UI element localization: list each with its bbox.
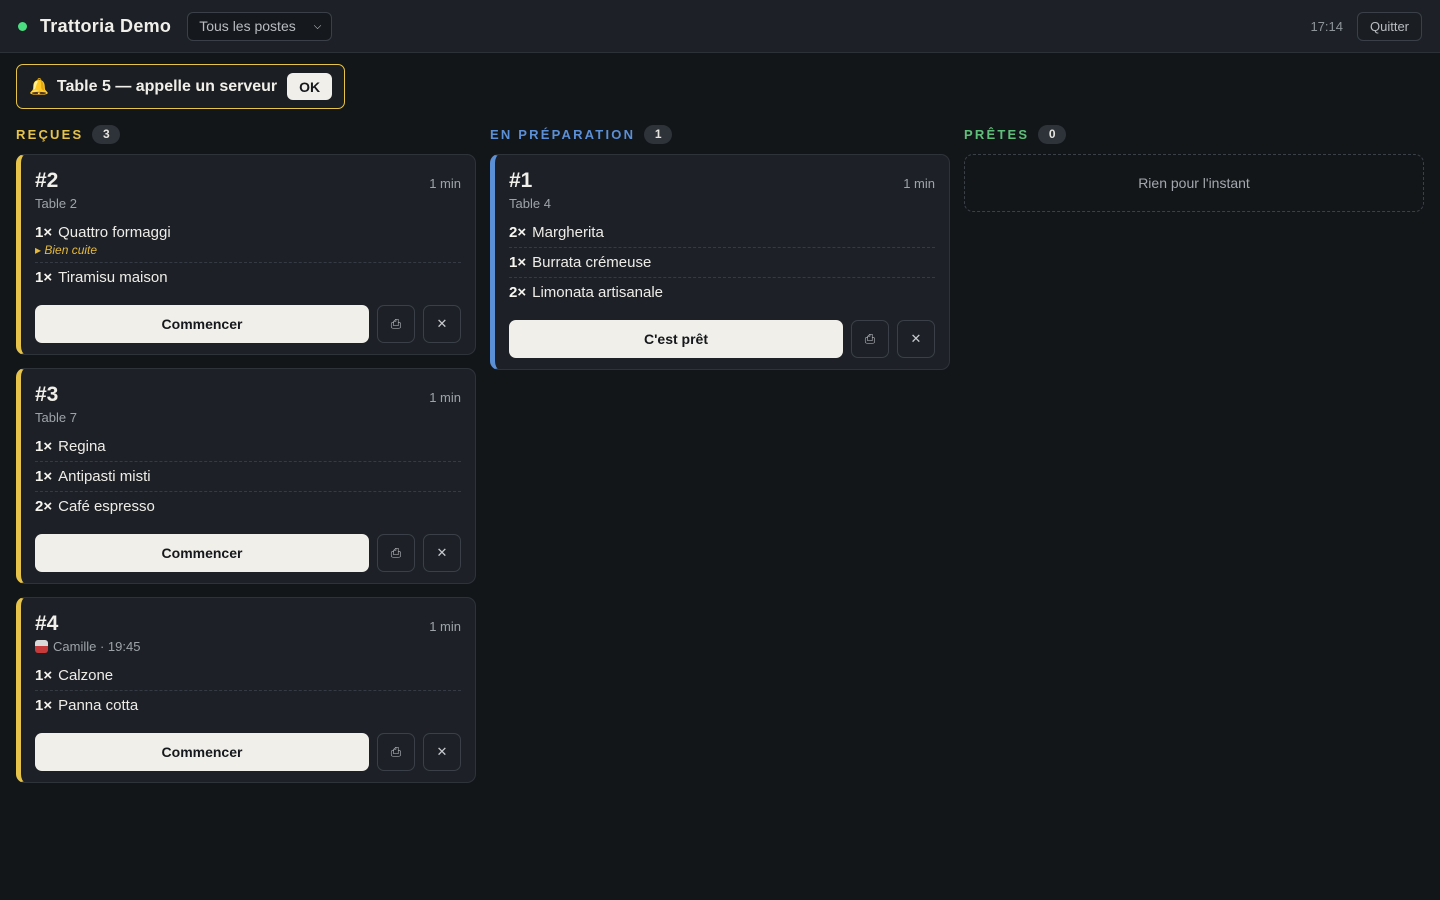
cancel-button[interactable]: ✕ [423, 305, 461, 343]
item-name: Quattro formaggi [58, 224, 171, 241]
ready-button[interactable]: C'est prêt [509, 320, 843, 358]
server-call-alert: 🔔 Table 5 — appelle un serveur OK [16, 64, 346, 109]
order-table: Table 7 [35, 410, 77, 425]
bell-icon: 🔔 [29, 78, 49, 96]
item-quantity: 2× [35, 498, 53, 515]
elapsed-time: 1 min [429, 390, 461, 405]
clock: 17:14 [1310, 18, 1343, 34]
order-card: #1 1 min Table 4 2× Margherita 1× Burrat… [490, 154, 950, 370]
item-quantity: 1× [509, 254, 527, 271]
order-item: 2× Margherita [509, 223, 935, 247]
printer-icon: ⎙ [390, 316, 402, 331]
station-select-value: Tous les postes [199, 18, 296, 34]
cancel-button[interactable]: ✕ [423, 733, 461, 771]
order-item: 1× Burrata crémeuse [509, 247, 935, 277]
order-number: #2 [35, 169, 59, 192]
column-count-badge: 0 [1038, 124, 1067, 144]
item-quantity: 1× [35, 269, 53, 286]
item-quantity: 1× [35, 468, 53, 485]
column-title: REÇUES [16, 126, 84, 142]
order-item: 1× Panna cotta [35, 690, 461, 720]
order-number: #3 [35, 383, 59, 406]
printer-icon: ⎙ [864, 331, 876, 346]
item-name: Antipasti misti [58, 468, 151, 485]
item-name: Calzone [58, 667, 114, 684]
chevron-down-icon: ⌵ [313, 20, 322, 32]
column-title: PRÊTES [964, 126, 1030, 142]
order-item: 1× Regina [35, 437, 461, 461]
item-quantity: 1× [35, 224, 53, 241]
empty-state: Rien pour l'instant [964, 154, 1424, 212]
item-quantity: 1× [35, 438, 53, 455]
close-icon: ✕ [436, 316, 448, 331]
cancel-button[interactable]: ✕ [897, 320, 935, 358]
printer-icon: ⎙ [390, 545, 402, 560]
column-received: REÇUES 3 #2 1 min Table 2 1× Quattro for… [16, 124, 476, 796]
item-name: Tiramisu maison [58, 269, 168, 286]
item-name: Margherita [532, 224, 604, 241]
order-item: 1× Tiramisu maison [35, 262, 461, 292]
order-item: 2× Café espresso [35, 491, 461, 521]
column-header: REÇUES 3 [16, 124, 476, 144]
column-preparing: EN PRÉPARATION 1 #1 1 min Table 4 2× Mar… [490, 124, 950, 383]
app-title: Trattoria Demo [40, 15, 172, 36]
elapsed-time: 1 min [429, 176, 461, 191]
quit-button[interactable]: Quitter [1356, 11, 1422, 41]
item-name: Panna cotta [58, 697, 139, 714]
column-header: PRÊTES 0 [964, 124, 1424, 144]
order-card: #4 1 min Camille · 19:45 1× Calzone 1× P… [16, 597, 476, 783]
item-note: ▸ Bien cuite [35, 243, 98, 257]
order-customer: Camille · 19:45 [35, 639, 461, 654]
alert-text: Table 5 — appelle un serveur [56, 77, 278, 95]
item-quantity: 2× [509, 284, 527, 301]
item-quantity: 1× [35, 667, 53, 684]
item-quantity: 1× [35, 697, 53, 714]
item-quantity: 2× [509, 224, 527, 241]
order-card: #2 1 min Table 2 1× Quattro formaggi ▸ B… [16, 154, 476, 355]
alert-ok-button[interactable]: OK [287, 73, 333, 100]
column-ready: PRÊTES 0 Rien pour l'instant [964, 124, 1424, 212]
item-name: Café espresso [58, 498, 155, 515]
start-button[interactable]: Commencer [35, 534, 369, 572]
order-item: 2× Limonata artisanale [509, 277, 935, 307]
item-name: Limonata artisanale [532, 284, 664, 301]
print-button[interactable]: ⎙ [377, 534, 415, 572]
column-title: EN PRÉPARATION [490, 126, 636, 142]
print-button[interactable]: ⎙ [377, 733, 415, 771]
column-header: EN PRÉPARATION 1 [490, 124, 950, 144]
order-item: 1× Calzone [35, 666, 461, 690]
close-icon: ✕ [910, 331, 922, 346]
order-table: Table 4 [509, 196, 551, 211]
elapsed-time: 1 min [429, 619, 461, 634]
customer-and-time: Camille · 19:45 [53, 639, 141, 654]
close-icon: ✕ [436, 545, 448, 560]
column-count-badge: 1 [644, 124, 673, 144]
order-items: 1× Calzone 1× Panna cotta [35, 666, 461, 720]
cancel-button[interactable]: ✕ [423, 534, 461, 572]
station-select[interactable]: Tous les postes ⌵ [187, 11, 333, 41]
item-name: Regina [58, 438, 106, 455]
start-button[interactable]: Commencer [35, 305, 369, 343]
elapsed-time: 1 min [903, 176, 935, 191]
order-items: 1× Quattro formaggi ▸ Bien cuite 1× Tira… [35, 223, 461, 292]
order-table: Table 2 [35, 196, 77, 211]
takeaway-bag-icon [35, 640, 48, 653]
column-count-badge: 3 [92, 124, 121, 144]
order-number: #4 [35, 612, 59, 635]
order-item: 1× Antipasti misti [35, 461, 461, 491]
printer-icon: ⎙ [390, 744, 402, 759]
print-button[interactable]: ⎙ [851, 320, 889, 358]
order-items: 2× Margherita 1× Burrata crémeuse 2× Lim… [509, 223, 935, 307]
item-name: Burrata crémeuse [532, 254, 652, 271]
print-button[interactable]: ⎙ [377, 305, 415, 343]
top-bar: Trattoria Demo Tous les postes ⌵ 17:14 Q… [0, 0, 1440, 53]
order-items: 1× Regina 1× Antipasti misti 2× Café esp… [35, 437, 461, 521]
close-icon: ✕ [436, 744, 448, 759]
order-card: #3 1 min Table 7 1× Regina 1× Antipasti … [16, 368, 476, 584]
order-number: #1 [509, 169, 533, 192]
order-item: 1× Quattro formaggi ▸ Bien cuite [35, 223, 461, 262]
start-button[interactable]: Commencer [35, 733, 369, 771]
status-dot-icon [18, 21, 27, 31]
